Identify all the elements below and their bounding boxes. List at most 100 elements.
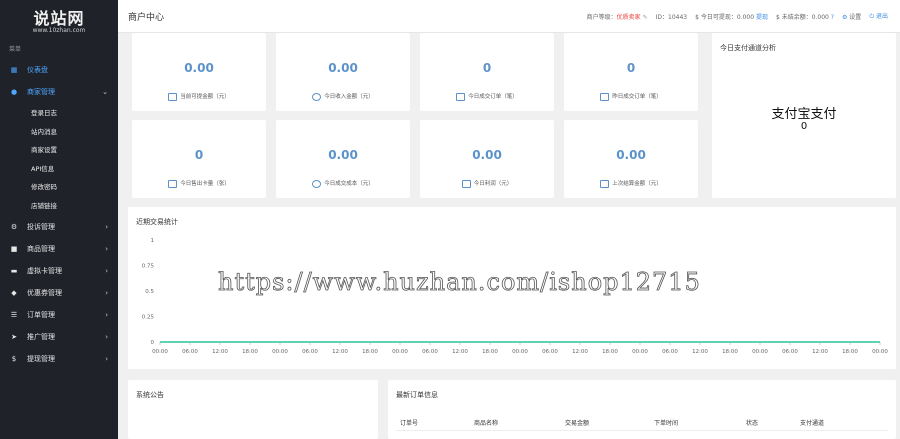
x-tick-label: 06:00 (782, 349, 798, 355)
merchant-id: ID：10443 (655, 13, 688, 21)
stat-label: 上次结算金额（元） (564, 179, 698, 188)
y-tick-label: 0.5 (145, 289, 154, 295)
stat-label: 昨日成交订单（笔） (564, 92, 698, 101)
stat-card: 0.00 今日成交成本（元） (276, 120, 410, 198)
chevron-right-icon: › (105, 355, 108, 363)
merchant-level-value[interactable]: 优质卖家 (617, 14, 641, 21)
logo-name: 说站网 (33, 8, 85, 28)
x-tick-label: 00:00 (272, 349, 288, 355)
sidebar-subitem-merchant-settings[interactable]: 商家设置 (0, 140, 118, 159)
sidebar-item-label: 提现管理 (27, 355, 55, 363)
sidebar-subitem-change-password[interactable]: 修改密码 (0, 177, 118, 196)
clock-icon (312, 92, 322, 101)
column-header-time: 下单时间 (654, 420, 679, 427)
help-icon[interactable]: ? (831, 14, 834, 21)
stat-label-text: 今日成交订单（笔） (468, 94, 518, 100)
x-tick-label: 06:00 (182, 349, 198, 355)
stat-label-text: 今日售出卡量（张） (180, 181, 230, 187)
x-tick-label: 06:00 (422, 349, 438, 355)
sidebar-subitem-messages[interactable]: 站内消息 (0, 122, 118, 141)
sidebar-item-label: 优惠券管理 (27, 289, 62, 297)
column-header-channel: 支付通道 (800, 420, 825, 427)
x-tick-label: 06:00 (302, 349, 318, 355)
stat-label: 今日成交订单（笔） (420, 92, 554, 101)
x-tick-label: 18:00 (362, 349, 378, 355)
x-tick-label: 12:00 (692, 349, 708, 355)
sidebar-item-merchant[interactable]: ● 商家管理 ⌄ (0, 81, 118, 103)
stat-card: 0 今日售出卡量（张） (132, 120, 266, 198)
chevron-right-icon: › (105, 267, 108, 275)
sidebar-subitem-shop-link[interactable]: 店铺链接 (0, 196, 118, 215)
settings-button[interactable]: ⚙ 设置 (842, 12, 861, 21)
stat-label: 今日成交成本（元） (276, 179, 410, 188)
sidebar-item-label: 仪表盘 (27, 66, 48, 74)
y-tick-label: 0.25 (142, 315, 155, 321)
stat-label: 今日收入金额（元） (276, 92, 410, 101)
chevron-right-icon: › (105, 289, 108, 297)
table-header-divider (396, 430, 888, 431)
sidebar-item-coupons[interactable]: ◆ 优惠券管理 › (0, 282, 118, 304)
calendar-icon (600, 92, 610, 101)
header-info: 商户等级：优质卖家 ✎ ID：10443 $ 今日可提现：0.000 提现 $ … (587, 11, 888, 21)
x-tick-label: 12:00 (452, 349, 468, 355)
stat-label-text: 昨日成交订单（笔） (612, 94, 662, 100)
logo[interactable]: 说站网 www.10zhan.com (0, 0, 118, 38)
unsettled-balance: $ 未结余额：0.000 ? (776, 12, 834, 21)
stat-label: 当前可提金额（元） (132, 92, 266, 101)
sidebar-item-label: 投诉管理 (27, 223, 55, 231)
withdrawable-amount: $ 今日可提现：0.000 (695, 13, 755, 21)
sidebar-item-withdraw[interactable]: $ 提现管理 › (0, 348, 118, 370)
x-tick-label: 12:00 (572, 349, 588, 355)
cart-icon (456, 92, 466, 101)
sidebar-item-complaints[interactable]: ⚙ 投诉管理 › (0, 216, 118, 238)
nav-group-label: 菜单 (9, 46, 22, 53)
x-tick-label: 12:00 (212, 349, 228, 355)
sidebar-item-virtual-cards[interactable]: ▬ 虚拟卡管理 › (0, 260, 118, 282)
withdrawable-today: $ 今日可提现：0.000 提现 (695, 12, 768, 21)
sidebar-item-orders[interactable]: ☰ 订单管理 › (0, 304, 118, 326)
user-icon: ● (10, 88, 18, 96)
sidebar-subitem-api-info[interactable]: API信息 (0, 159, 118, 178)
gear-icon: ⚙ (841, 13, 848, 21)
sidebar-subitem-login-log[interactable]: 登录日志 (0, 103, 118, 122)
x-tick-label: 18:00 (602, 349, 618, 355)
sidebar-item-dashboard[interactable]: ▦ 仪表盘 (0, 59, 118, 81)
stat-label: 今日利润（元） (420, 179, 554, 188)
page-title: 商户中心 (128, 12, 165, 23)
gear-icon: ⚙ (10, 223, 18, 231)
logout-label: 退出 (875, 13, 888, 20)
settings-label: 设置 (849, 13, 862, 21)
x-tick-label: 00:00 (392, 349, 408, 355)
x-tick-label: 18:00 (722, 349, 738, 355)
card-icon (168, 179, 178, 188)
logout-button[interactable]: ⏻ 退出 (869, 11, 888, 21)
chevron-right-icon: › (105, 333, 108, 341)
sidebar-item-label: 订单管理 (27, 311, 55, 319)
sidebar-item-label: 虚拟卡管理 (27, 267, 62, 275)
stat-value: 0.00 (184, 61, 214, 75)
column-header-status: 状态 (746, 420, 759, 427)
power-icon: ⏻ (869, 13, 875, 20)
stat-label-text: 今日成交成本（元） (324, 181, 374, 187)
chevron-down-icon: ⌄ (102, 88, 108, 96)
x-tick-label: 00:00 (752, 349, 768, 355)
withdraw-link[interactable]: 提现 (756, 14, 768, 21)
stat-value: 0 (626, 61, 636, 75)
stat-card: 0 昨日成交订单（笔） (564, 33, 698, 111)
panel-title: 今日支付通道分析 (720, 44, 776, 52)
chevron-right-icon: › (105, 245, 108, 253)
sidebar-item-products[interactable]: ■ 商品管理 › (0, 238, 118, 260)
settle-icon (600, 179, 610, 188)
column-header-product: 商品名称 (474, 420, 499, 427)
balance-amount: $ 未结余额：0.000 (775, 13, 829, 21)
edit-icon[interactable]: ✎ (643, 14, 648, 21)
x-tick-label: 00:00 (152, 349, 168, 355)
x-tick-label: 00:00 (632, 349, 648, 355)
sidebar-item-promotion[interactable]: ➤ 推广管理 › (0, 326, 118, 348)
tag-icon: ◆ (11, 289, 17, 297)
x-tick-label: 00:00 (872, 349, 888, 355)
channel-analysis-panel: 今日支付通道分析 支付宝支付 0 (712, 33, 896, 198)
stat-value: 0 (482, 61, 492, 75)
bag-icon: ■ (10, 245, 18, 253)
sidebar-item-label: 商家管理 (27, 88, 55, 96)
